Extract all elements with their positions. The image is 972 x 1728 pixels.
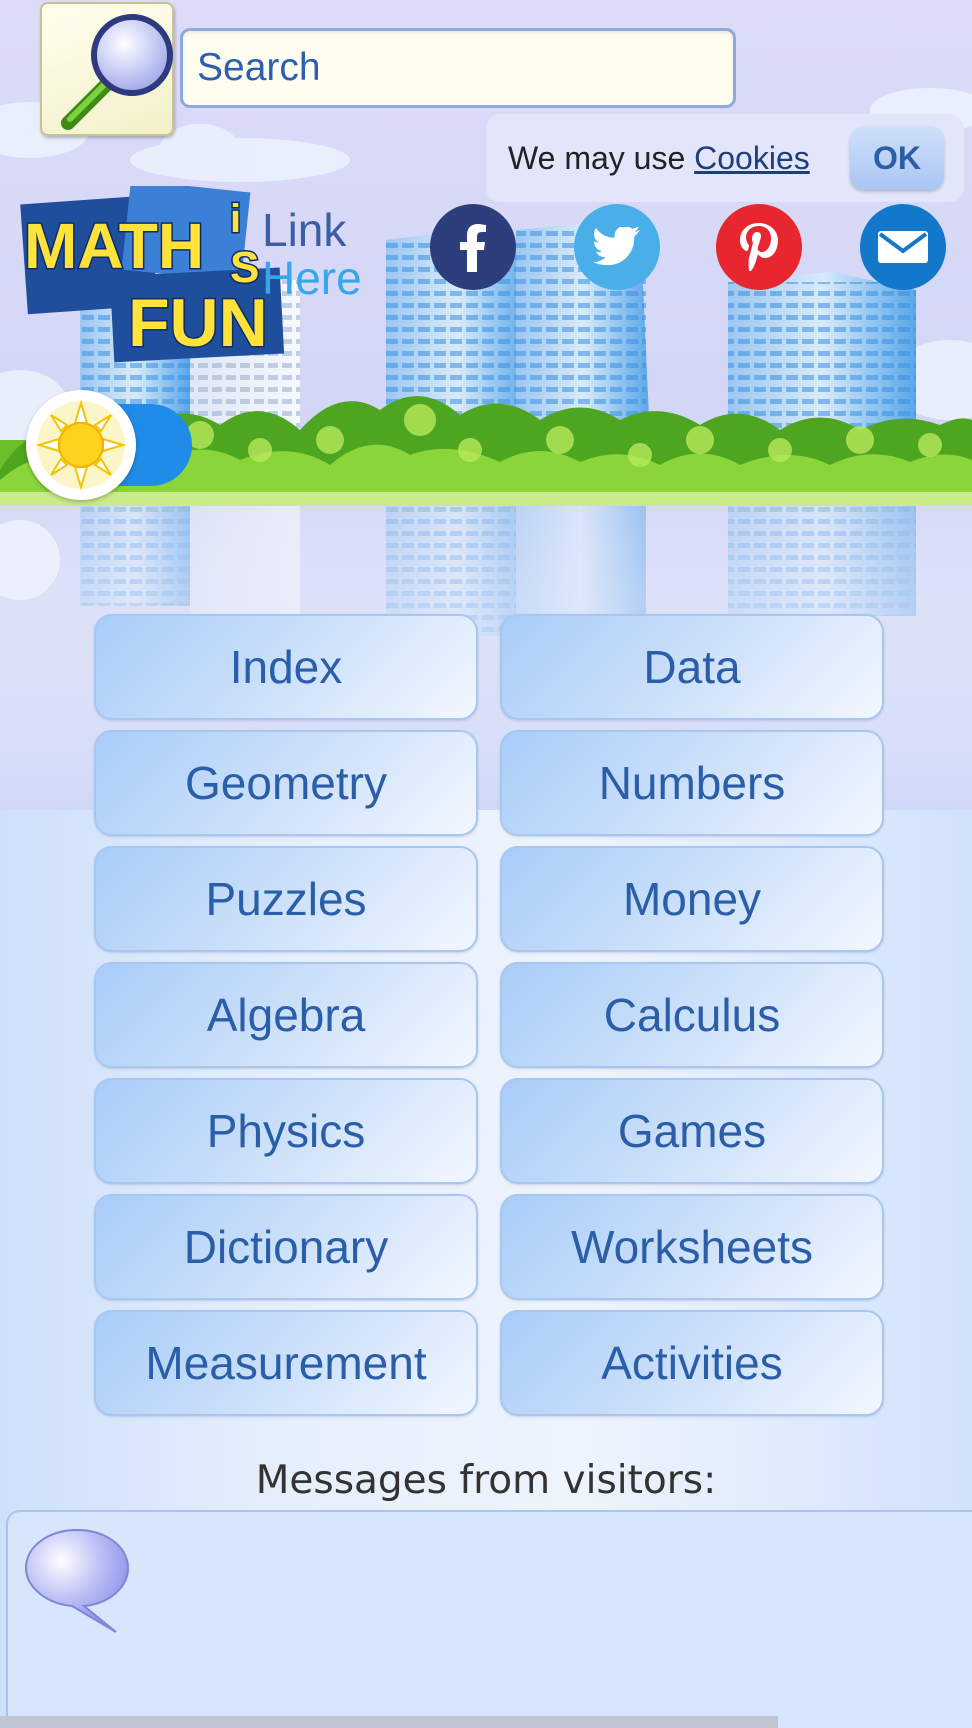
nav-physics[interactable]: Physics — [94, 1078, 478, 1184]
magnifier-icon — [61, 14, 173, 130]
math-is-fun-logo[interactable]: MATH i S FUN — [16, 186, 302, 366]
nav-numbers[interactable]: Numbers — [500, 730, 884, 836]
link-here-line1: Link — [262, 204, 347, 256]
twitter-icon — [593, 227, 641, 266]
messages-heading: Messages from visitors: — [255, 1458, 717, 1503]
nav-activities[interactable]: Activities — [500, 1310, 884, 1416]
nav-geometry[interactable]: Geometry — [94, 730, 478, 836]
facebook-icon — [460, 224, 486, 272]
nav-games[interactable]: Games — [500, 1078, 884, 1184]
nav-worksheets[interactable]: Worksheets — [500, 1194, 884, 1300]
cookie-ok-button[interactable]: OK — [850, 126, 944, 190]
twitter-button[interactable] — [574, 204, 660, 290]
nav-measurement[interactable]: Measurement — [94, 1310, 478, 1416]
nav-puzzles[interactable]: Puzzles — [94, 846, 478, 952]
nav-index[interactable]: Index — [94, 614, 478, 720]
link-here-line2: Here — [262, 252, 362, 304]
pinterest-icon — [740, 223, 778, 271]
sun-icon — [35, 399, 127, 491]
nav-money[interactable]: Money — [500, 846, 884, 952]
search-input[interactable] — [180, 28, 736, 108]
horizontal-scrollbar[interactable] — [0, 1716, 778, 1728]
nav-data[interactable]: Data — [500, 614, 884, 720]
cookie-text: We may use — [508, 140, 686, 176]
svg-text:i: i — [230, 197, 241, 241]
email-button[interactable] — [860, 204, 946, 290]
messages-panel — [6, 1510, 972, 1728]
link-here[interactable]: Link Here — [262, 206, 362, 302]
cookie-text-row: We may use Cookies — [508, 140, 810, 177]
nav-algebra[interactable]: Algebra — [94, 962, 478, 1068]
pinterest-button[interactable] — [716, 204, 802, 290]
cookie-notice: We may use Cookies OK — [486, 114, 964, 202]
cookies-link[interactable]: Cookies — [694, 140, 810, 176]
subject-nav: Index Data Geometry Numbers Puzzles Mone… — [94, 614, 884, 1416]
facebook-button[interactable] — [430, 204, 516, 290]
speech-bubble-icon — [24, 1528, 130, 1633]
nav-dictionary[interactable]: Dictionary — [94, 1194, 478, 1300]
page: We may use Cookies OK MATH i S FUN Link … — [0, 0, 972, 1728]
nav-calculus[interactable]: Calculus — [500, 962, 884, 1068]
search-button[interactable] — [40, 2, 174, 136]
envelope-icon — [878, 231, 928, 263]
svg-text:MATH: MATH — [24, 210, 204, 282]
svg-text:FUN: FUN — [128, 285, 268, 361]
theme-toggle-knob[interactable] — [26, 390, 136, 500]
